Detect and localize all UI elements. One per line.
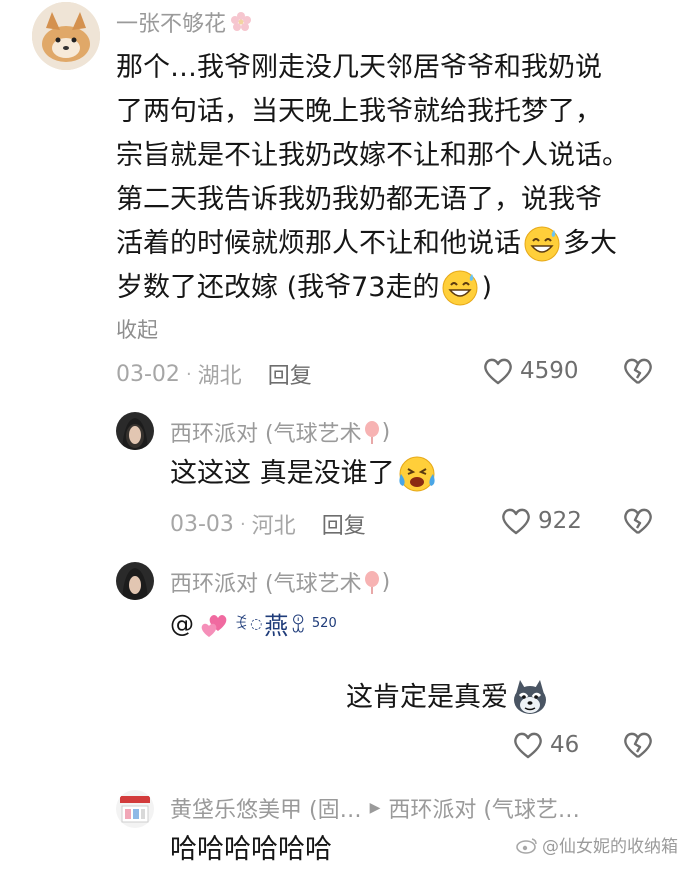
reply-region: 河北	[251, 514, 296, 539]
reply-arrow-icon: ▶	[369, 800, 381, 816]
username-text: 一张不够花	[116, 12, 227, 37]
balloon-icon	[362, 570, 382, 594]
sweat-laugh-emoji-icon	[441, 269, 479, 307]
reply-date: 03-03	[170, 511, 234, 537]
comment-line: 活着的时候就烦那人不让和他说话 多大	[116, 222, 676, 266]
watermark: @仙女妮的收纳箱	[516, 832, 678, 857]
comment-meta: 03-02 · 湖北 回复	[116, 358, 312, 390]
heart-outline-icon	[500, 506, 532, 536]
like-count: 46	[550, 732, 580, 758]
avatar-reply[interactable]	[116, 562, 154, 600]
cherry-blossom-icon	[230, 11, 252, 33]
broken-heart-icon[interactable]	[622, 730, 654, 760]
reply-body: 这这这 真是没谁了	[170, 452, 437, 496]
reply-username[interactable]: 西环派对 (气球艺术 )	[170, 566, 390, 598]
reply-meta: 03-03 · 河北 回复	[170, 508, 366, 540]
comment-date: 03-02	[116, 361, 180, 387]
husky-dog-sticker-icon	[510, 678, 550, 718]
reply-body: @ ꉂ ◌ 燕 ꀾ 520	[170, 606, 337, 641]
avatar-reply[interactable]	[116, 790, 154, 828]
broken-heart-icon[interactable]	[622, 506, 654, 536]
comment-line: 了两句话，当天晚上我爷就给我托梦了，	[116, 96, 602, 127]
reply-button[interactable]: 回复	[268, 358, 312, 390]
like-count: 922	[538, 508, 582, 534]
reply-username[interactable]: 西环派对 (气球艺术 )	[170, 416, 390, 448]
balloon-icon	[362, 420, 382, 444]
reply-button[interactable]: 回复	[322, 508, 366, 540]
sweat-laugh-emoji-icon	[523, 225, 561, 263]
like-button[interactable]: 4590	[482, 356, 579, 386]
comment-region: 湖北	[197, 364, 242, 389]
reply-username[interactable]: 黄垡乐悠美甲 (固… ▶ 西环派对 (气球艺…	[170, 792, 580, 824]
like-count: 4590	[520, 358, 579, 384]
decorative-nickname: ꉂ ◌ 燕 ꀾ 520	[234, 612, 337, 640]
like-button[interactable]: 922	[500, 506, 582, 536]
avatar-reply[interactable]	[116, 412, 154, 450]
collapse-link[interactable]: 收起	[116, 314, 158, 344]
comment-line: 那个…我爷刚走没几天邻居爷爷和我奶说	[116, 52, 602, 83]
reply-body: 哈哈哈哈哈哈	[170, 834, 332, 865]
mention[interactable]: @	[170, 610, 194, 638]
crying-laugh-emoji-icon	[397, 454, 437, 494]
comment-line: 岁数了还改嫁 (我爷73走的 )	[116, 266, 676, 310]
broken-heart-icon[interactable]	[622, 356, 654, 386]
comment-username[interactable]: 一张不够花	[116, 6, 252, 38]
weibo-logo-icon	[516, 836, 538, 854]
reply-target[interactable]: 西环派对 (气球艺…	[388, 792, 580, 824]
heart-outline-icon	[512, 730, 544, 760]
comment-body: 那个…我爷刚走没几天邻居爷爷和我奶说 了两句话，当天晚上我爷就给我托梦了， 宗旨…	[116, 46, 676, 310]
comment-line: 第二天我告诉我奶我奶都无语了，说我爷	[116, 184, 602, 215]
sticker-caption: 这肯定是真爱	[346, 676, 550, 720]
heart-outline-icon	[482, 356, 514, 386]
like-button[interactable]: 46	[512, 730, 579, 760]
two-hearts-icon	[198, 609, 230, 639]
avatar-main[interactable]	[32, 2, 100, 70]
comment-line: 宗旨就是不让我奶改嫁不让和那个人说话。	[116, 140, 629, 171]
